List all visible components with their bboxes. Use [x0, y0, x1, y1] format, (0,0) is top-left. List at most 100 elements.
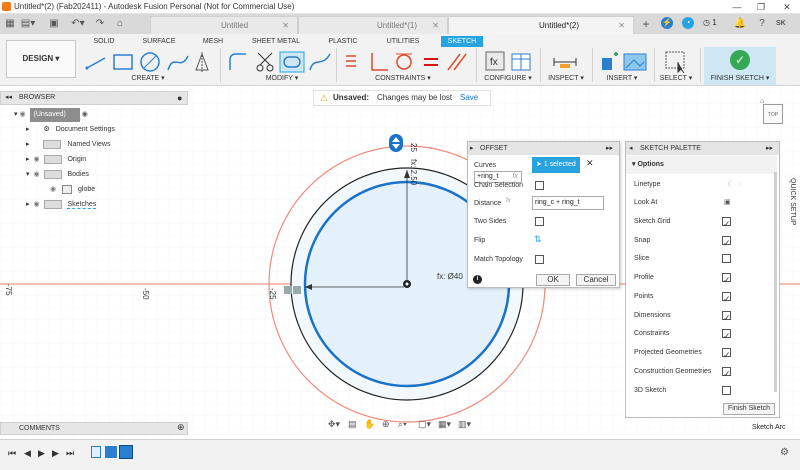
diameter-dimension-expression[interactable]: fx: Ø40	[437, 272, 463, 281]
tab-untitled-2[interactable]: Untitled*(2) ✕	[448, 16, 634, 34]
expand-icon[interactable]: ▸	[26, 126, 30, 133]
active-radio-icon[interactable]: ◉	[82, 111, 88, 118]
tab-sheet-metal[interactable]: SHEET METAL	[250, 36, 302, 47]
comments-panel-header[interactable]: COMMENTS ⊕	[0, 422, 188, 435]
close-tab-icon[interactable]: ✕	[282, 17, 289, 34]
add-comment-icon[interactable]: ⊕	[177, 422, 185, 433]
expand-dialog-icon[interactable]: ▸▸	[766, 142, 773, 155]
insert-derive-icon[interactable]	[602, 52, 618, 70]
visibility-eye-icon[interactable]: ◉	[33, 201, 39, 208]
configure-group-label[interactable]: CONFIGURE ▾	[482, 74, 534, 84]
extensions-icon[interactable]: ⚡	[661, 17, 673, 29]
browser-item-document-settings[interactable]: ▸ ⚙ Document Settings	[26, 123, 115, 137]
tab-mesh[interactable]: MESH	[200, 36, 226, 47]
create-group-label[interactable]: CREATE ▾	[120, 74, 176, 84]
help-icon[interactable]: ?	[754, 16, 770, 32]
tab-sketch[interactable]: SKETCH	[441, 36, 483, 47]
parallel-icon[interactable]	[447, 53, 467, 71]
panel-pin-icon[interactable]: ●	[177, 92, 182, 104]
projected-geometries-checkbox[interactable]	[722, 346, 731, 364]
look-at-nav-icon[interactable]: ▤	[348, 419, 357, 430]
ok-button[interactable]: OK	[536, 274, 570, 286]
sketch-grid-checkbox[interactable]	[722, 215, 731, 233]
browser-item-globe[interactable]: ◉ globe	[50, 183, 95, 197]
tab-untitled-1[interactable]: Untitled*(1) ✕	[298, 16, 448, 34]
notifications-icon[interactable]: 🔔	[732, 16, 748, 32]
construction-linetype-icon[interactable]: 〈	[724, 176, 731, 194]
cancel-button[interactable]: Cancel	[576, 274, 616, 286]
tab-surface[interactable]: SURFACE	[140, 36, 178, 47]
expand-icon[interactable]: ▸	[26, 201, 30, 208]
minimize-button[interactable]: —	[726, 0, 748, 14]
slice-checkbox[interactable]	[722, 254, 731, 263]
undo-icon[interactable]: ↶▾	[70, 16, 86, 32]
visibility-eye-icon[interactable]: ◉	[33, 171, 39, 178]
line-icon[interactable]	[85, 57, 106, 70]
job-status[interactable]: ◷ 1	[703, 17, 723, 29]
constraint-marker[interactable]	[284, 286, 292, 294]
browser-item-sketches[interactable]: ▸ ◉ Sketches	[26, 198, 97, 212]
visibility-eye-icon[interactable]: ◉	[50, 186, 56, 193]
options-section-header[interactable]: ▾ Options	[626, 156, 777, 174]
browser-item-origin[interactable]: ▸ ◉ Origin	[26, 153, 86, 167]
tab-solid[interactable]: SOLID	[90, 36, 118, 47]
trim-icon[interactable]	[256, 52, 274, 72]
sketch-palette-header[interactable]: ◂ SKETCH PALETTE ▸▸	[626, 142, 779, 155]
tangent-icon[interactable]	[396, 53, 412, 70]
flip-icon[interactable]: ⇅	[534, 234, 542, 245]
user-avatar[interactable]: SK	[776, 17, 792, 30]
snap-checkbox[interactable]	[722, 234, 731, 252]
finish-sketch-label[interactable]: FINISH SKETCH ▾	[704, 74, 776, 84]
collapse-panel-icon[interactable]: ◂◂	[5, 92, 12, 104]
browser-item-named-views[interactable]: ▸ Named Views	[26, 138, 110, 152]
sketch-scale-icon[interactable]	[309, 53, 331, 71]
expand-icon[interactable]: ▾	[14, 111, 18, 118]
vertical-dimension-value[interactable]: 25	[409, 143, 418, 157]
centerline-linetype-icon[interactable]: ◌	[738, 176, 742, 194]
coincident-icon[interactable]	[371, 53, 388, 71]
offset-icon[interactable]	[279, 51, 305, 73]
expand-dialog-icon[interactable]: ▸▸	[606, 142, 613, 155]
zoom-icon[interactable]: ⊕	[382, 419, 390, 430]
select-window-icon[interactable]	[665, 51, 685, 74]
timeline-feature-active-icon[interactable]	[119, 445, 133, 459]
save-link[interactable]: Save	[460, 91, 478, 105]
viewports-icon[interactable]: ▥▾	[458, 419, 471, 430]
expand-icon[interactable]: ▸	[26, 141, 30, 148]
mirror-icon[interactable]	[195, 52, 209, 72]
constraints-group-label[interactable]: CONSTRAINTS ▾	[372, 74, 434, 84]
equal-icon[interactable]	[424, 58, 438, 66]
quick-setup-tab[interactable]: QUICK SETUP	[782, 178, 798, 238]
points-checkbox[interactable]	[722, 290, 731, 308]
visibility-eye-icon[interactable]: ◉	[33, 156, 39, 163]
grid-settings-icon[interactable]: ▦▾	[438, 419, 451, 430]
offset-dialog-header[interactable]: ▸ OFFSET ▸▸	[468, 142, 619, 155]
display-settings-icon[interactable]: ▢▾	[418, 419, 431, 430]
close-window-button[interactable]: ✕	[776, 0, 798, 14]
browser-panel-header[interactable]: ◂◂ BROWSER ●	[0, 91, 188, 105]
fit-icon[interactable]: ⌕▾	[398, 419, 407, 430]
visibility-eye-icon[interactable]: ◉	[19, 111, 25, 118]
collapse-icon[interactable]: ▸	[470, 142, 474, 155]
browser-root[interactable]: ▾ ◉ (Unsaved) ◉	[14, 108, 124, 122]
step-back-icon[interactable]: ◀	[24, 448, 31, 459]
two-sides-checkbox[interactable]	[535, 217, 544, 226]
timeline-settings-icon[interactable]: ⚙	[780, 447, 789, 458]
timeline-feature-sketch-icon[interactable]	[91, 446, 101, 458]
info-icon[interactable]: i	[473, 275, 482, 284]
spline-icon[interactable]	[167, 55, 189, 71]
insert-group-label[interactable]: INSERT ▾	[600, 74, 644, 84]
distance-input[interactable]: ring_c + ring_t	[532, 196, 604, 210]
browser-item-bodies[interactable]: ▾ ◉ Bodies	[26, 168, 89, 182]
online-status-icon[interactable]: ◔	[682, 17, 694, 29]
tab-utilities[interactable]: UTILITIES	[384, 36, 422, 47]
select-group-label[interactable]: SELECT ▾	[656, 74, 696, 84]
match-topology-checkbox[interactable]	[535, 255, 544, 264]
construction-geometries-checkbox[interactable]	[722, 365, 731, 383]
expand-icon[interactable]: ▸	[26, 156, 30, 163]
go-to-start-icon[interactable]: ⏮	[8, 448, 16, 459]
collapse-icon[interactable]: ◂	[629, 142, 633, 155]
insert-image-icon[interactable]	[623, 53, 647, 71]
app-grid-icon[interactable]: ▦	[2, 16, 18, 32]
tab-plastic[interactable]: PLASTIC	[326, 36, 360, 47]
